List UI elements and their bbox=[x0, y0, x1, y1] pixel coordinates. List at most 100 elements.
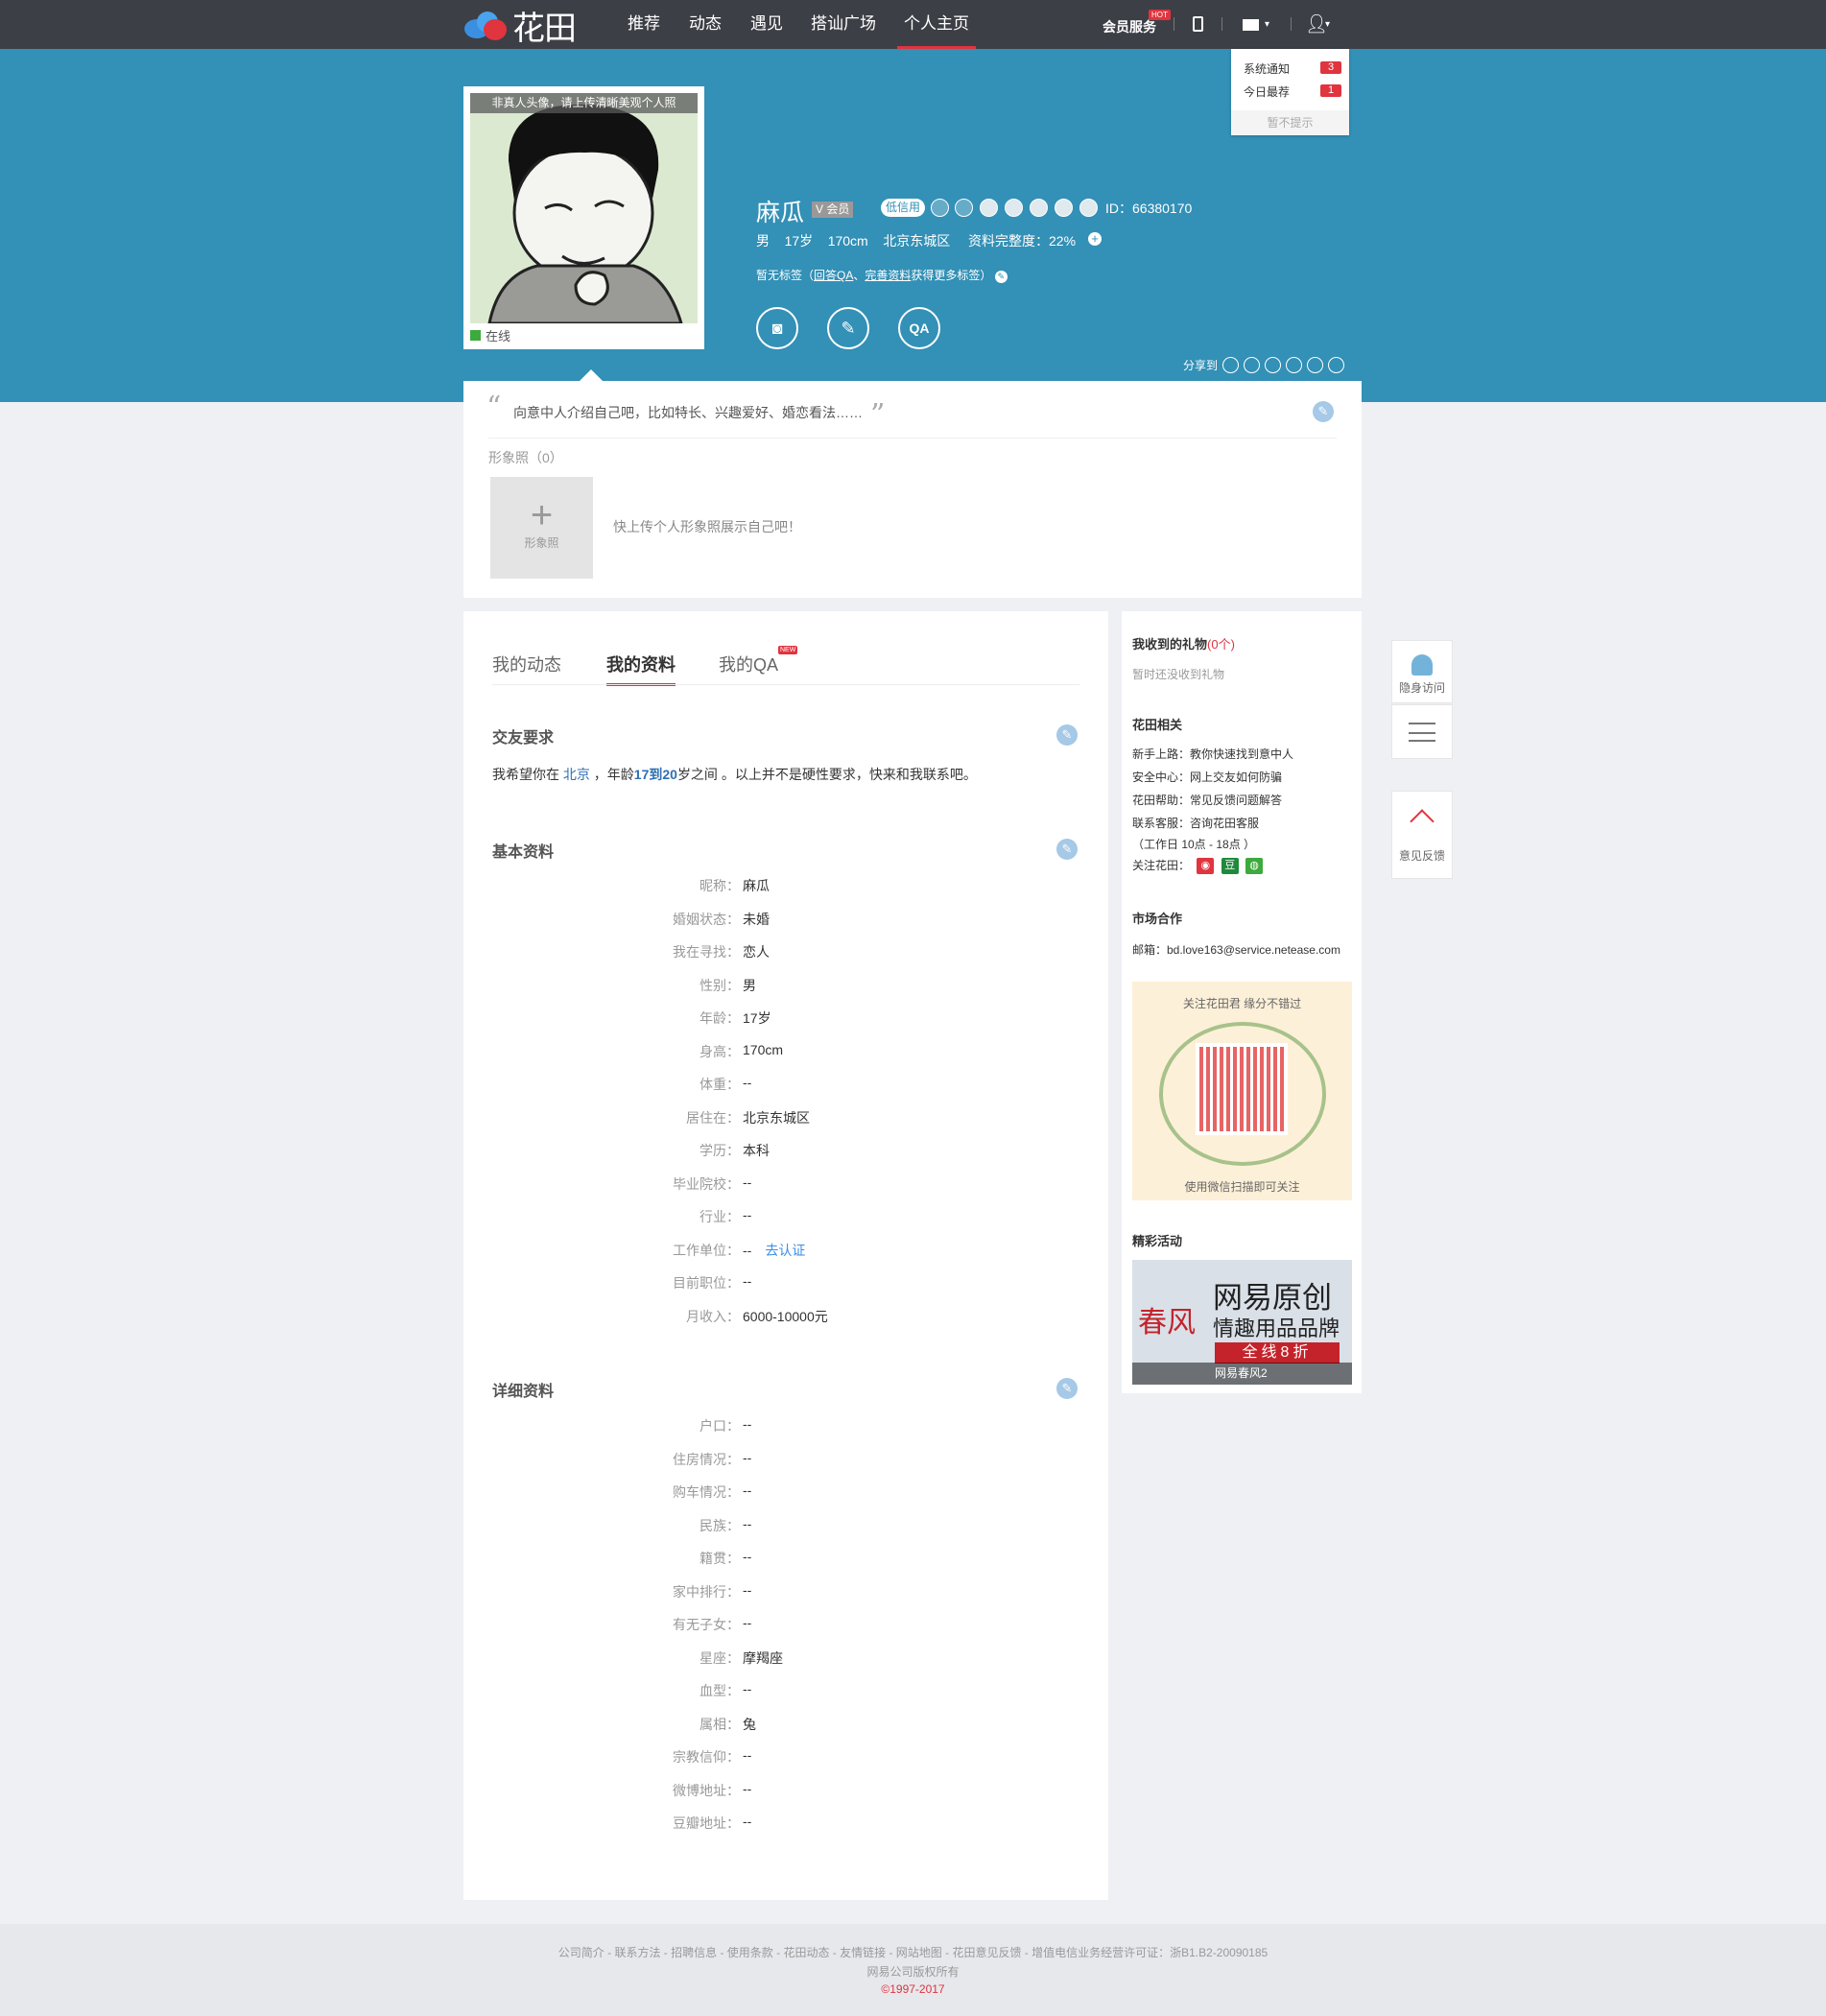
info-row: 身高： 170cm bbox=[463, 1042, 1108, 1061]
tab-moments[interactable]: 我的动态 bbox=[492, 652, 561, 676]
back-to-top-icon[interactable] bbox=[1410, 809, 1435, 834]
info-row: 购车情况： -- bbox=[463, 1482, 1108, 1502]
avatar-card[interactable]: 非真人头像，请上传清晰美观个人照 在线 bbox=[463, 86, 704, 349]
weibo-icon[interactable]: ◉ bbox=[1197, 858, 1215, 875]
complete-profile-icon[interactable]: + bbox=[1088, 232, 1102, 246]
income-verify-icon[interactable] bbox=[1030, 199, 1048, 217]
nav-profile[interactable]: 个人主页 bbox=[897, 0, 976, 49]
info-value: 17岁 bbox=[743, 1010, 771, 1026]
yixin-share-icon[interactable] bbox=[1328, 357, 1345, 373]
today-recommend-item[interactable]: 今日最荐 bbox=[1244, 83, 1290, 100]
menu-icon bbox=[1409, 723, 1435, 742]
verify-work-link[interactable]: 去认证 bbox=[765, 1243, 805, 1258]
follow-row: 关注花田： ◉ 豆 ◍ bbox=[1132, 857, 1264, 875]
footer-links[interactable]: 公司简介 - 联系方法 - 招聘信息 - 使用条款 - 花田动态 - 友情链接 … bbox=[0, 1944, 1826, 1960]
house-verify-icon[interactable] bbox=[1079, 199, 1098, 217]
mail-icon[interactable] bbox=[1243, 19, 1259, 31]
mobile-icon[interactable] bbox=[1193, 16, 1203, 32]
qzone-share-icon[interactable] bbox=[1244, 357, 1261, 373]
related-item: 新手上路：教你快速找到意中人 bbox=[1132, 747, 1294, 761]
info-label: 籍贯： bbox=[700, 1551, 740, 1566]
complete-profile-link[interactable]: 完善资料 bbox=[865, 269, 911, 282]
edu-verify-icon[interactable] bbox=[980, 199, 998, 217]
qq-share-icon[interactable] bbox=[1286, 357, 1303, 373]
avatar-warning: 非真人头像，请上传清晰美观个人照 bbox=[470, 93, 698, 113]
nav-square[interactable]: 搭讪广场 bbox=[811, 0, 876, 49]
event-ad-banner[interactable]: 春风 网易原创 情趣用品品牌 全线8折 网易春风2 bbox=[1132, 1260, 1352, 1385]
chevron-down-icon[interactable]: ▾ bbox=[1325, 0, 1330, 49]
info-value: -- bbox=[743, 1615, 752, 1630]
info-label: 购车情况： bbox=[673, 1484, 740, 1500]
menu-button[interactable] bbox=[1391, 704, 1453, 759]
newbie-link[interactable]: 教你快速找到意中人 bbox=[1190, 747, 1293, 761]
requirement-text: 我希望你在 北京 ，年龄17到20岁之间 。以上并不是硬性要求，快来和我联系吧。 bbox=[492, 767, 977, 782]
upload-photo-button[interactable]: ◙ bbox=[756, 307, 798, 349]
answer-qa-link[interactable]: 回答QA bbox=[814, 269, 853, 282]
info-value: -- bbox=[743, 1416, 752, 1432]
edit-requirement-icon[interactable]: ✎ bbox=[1056, 724, 1078, 746]
edit-tag-icon[interactable]: ✎ bbox=[994, 271, 1008, 283]
chevron-down-icon[interactable]: ▾ bbox=[1265, 0, 1269, 49]
id-verify-icon[interactable] bbox=[931, 199, 949, 217]
phone-verify-icon[interactable] bbox=[955, 199, 973, 217]
edit-intro-icon[interactable]: ✎ bbox=[1313, 401, 1334, 422]
logo-cloud-icon bbox=[464, 10, 509, 40]
wechat-qr-card: 关注花田君 缘分不错过 使用微信扫描即可关注 bbox=[1132, 982, 1352, 1200]
notification-dropdown: 系统通知 3 今日最荐 1 暂不提示 bbox=[1231, 49, 1349, 135]
info-label: 月收入： bbox=[686, 1308, 740, 1324]
wechat-share-icon[interactable] bbox=[1307, 357, 1324, 373]
photo-count-label: 形象照（0） bbox=[488, 450, 563, 465]
info-label: 属相： bbox=[700, 1716, 740, 1732]
info-row: 婚姻状态： 未婚 bbox=[463, 910, 1108, 929]
events-title: 精彩活动 bbox=[1132, 1234, 1183, 1248]
job-verify-icon[interactable] bbox=[1005, 199, 1023, 217]
ad-discount: 全线8折 bbox=[1215, 1342, 1340, 1364]
user-name: 麻瓜 bbox=[756, 200, 805, 226]
nav-moments[interactable]: 动态 bbox=[689, 0, 722, 49]
section-title-requirement: 交友要求 bbox=[492, 730, 555, 747]
qa-button[interactable]: QA bbox=[898, 307, 940, 349]
weibo-share-icon[interactable] bbox=[1222, 357, 1240, 373]
info-value: 恋人 bbox=[743, 944, 770, 960]
vip-service-link[interactable]: 会员服务 bbox=[1103, 0, 1156, 49]
close-quote-icon: ” bbox=[870, 398, 886, 432]
info-value: 170cm bbox=[743, 1041, 784, 1057]
nav-recommend[interactable]: 推荐 bbox=[628, 0, 660, 49]
douban-icon[interactable]: 豆 bbox=[1221, 858, 1239, 875]
feedback-button[interactable]: 意见反馈 bbox=[1391, 791, 1453, 879]
info-row: 年龄： 17岁 bbox=[463, 1008, 1108, 1028]
system-notice-item[interactable]: 系统通知 bbox=[1244, 60, 1290, 77]
avatar[interactable]: 非真人头像，请上传清晰美观个人照 bbox=[470, 93, 698, 323]
tab-qa[interactable]: 我的QA bbox=[719, 652, 778, 676]
edit-profile-button[interactable]: ✎ bbox=[827, 307, 869, 349]
help-link[interactable]: 常见反馈问题解答 bbox=[1190, 794, 1282, 807]
info-label: 血型： bbox=[700, 1683, 740, 1698]
info-value: 兔 bbox=[743, 1716, 756, 1732]
safety-link[interactable]: 网上交友如何防骗 bbox=[1190, 771, 1282, 784]
info-row: 宗教信仰： -- bbox=[463, 1747, 1108, 1767]
ghost-icon bbox=[1411, 654, 1433, 676]
info-row: 居住在： 北京东城区 bbox=[463, 1108, 1108, 1127]
edit-basic-icon[interactable]: ✎ bbox=[1056, 839, 1078, 860]
info-label: 居住在： bbox=[686, 1109, 740, 1126]
info-row: 我在寻找： 恋人 bbox=[463, 942, 1108, 961]
market-email: 邮箱：bd.love163@service.netease.com bbox=[1132, 943, 1340, 957]
logo[interactable]: 花田 bbox=[464, 8, 577, 48]
related-item: 联系客服：咨询花田客服 bbox=[1132, 817, 1260, 830]
edit-detail-icon[interactable]: ✎ bbox=[1056, 1378, 1078, 1399]
service-link[interactable]: 咨询花田客服 bbox=[1190, 817, 1259, 830]
info-row: 属相：兔 bbox=[463, 1715, 1108, 1734]
info-row: 豆瓣地址： -- bbox=[463, 1814, 1108, 1833]
plus-icon: + bbox=[530, 494, 554, 536]
vip-badge[interactable]: V 会员 bbox=[812, 202, 854, 218]
credit-badge[interactable]: 低信用 bbox=[881, 199, 926, 217]
dismiss-notice-button[interactable]: 暂不提示 bbox=[1231, 110, 1349, 135]
nav-meet[interactable]: 遇见 bbox=[750, 0, 783, 49]
car-verify-icon[interactable] bbox=[1055, 199, 1073, 217]
sidebar: 我收到的礼物(0个) 暂时还没收到礼物 花田相关 新手上路：教你快速找到意中人 … bbox=[1122, 611, 1362, 1393]
stealth-visit-button[interactable]: 隐身访问 bbox=[1391, 640, 1453, 703]
add-photo-button[interactable]: + 形象照 bbox=[490, 477, 593, 579]
tab-profile[interactable]: 我的资料 bbox=[606, 652, 676, 686]
wechat-icon[interactable]: ◍ bbox=[1245, 858, 1264, 875]
renren-share-icon[interactable] bbox=[1265, 357, 1282, 373]
